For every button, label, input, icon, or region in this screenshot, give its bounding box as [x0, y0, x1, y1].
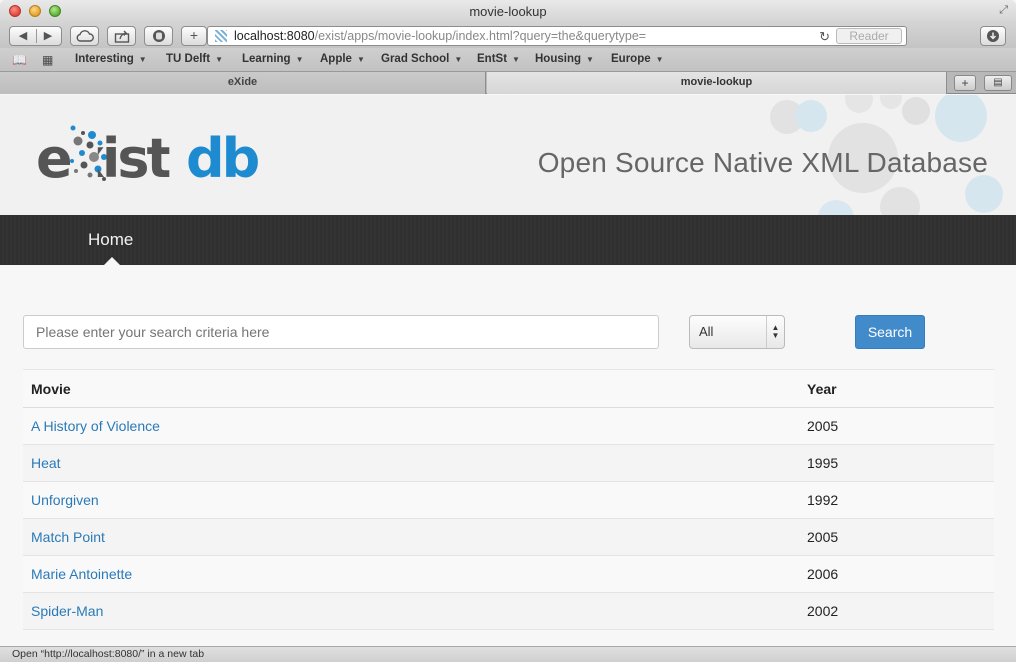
movie-link[interactable]: Spider-Man [31, 603, 103, 619]
ghostery-button[interactable] [144, 26, 173, 46]
reading-list-icon[interactable]: 📖 [12, 53, 27, 67]
reload-icon[interactable]: ↻ [819, 28, 830, 45]
window-title: movie-lookup [469, 4, 547, 19]
tab-overview-button[interactable]: ▤ [984, 75, 1012, 91]
main-navbar: Home [0, 215, 1016, 265]
tab-exide[interactable]: eXide [0, 72, 486, 94]
bookmark-learning[interactable]: Learning ▼ [242, 53, 303, 65]
tab-movie-lookup[interactable]: movie-lookup [487, 72, 947, 94]
search-button[interactable]: Search [855, 315, 925, 349]
site-header: e xist db Open Source Native XML Databas… [0, 95, 1016, 215]
tab-bar: eXide movie-lookup + ▤ [0, 72, 1016, 94]
browser-toolbar: ◀ ▶ + localhost:8080/exist/apps/movie-loo… [0, 24, 1016, 48]
icloud-tabs-button[interactable] [70, 26, 99, 46]
decorative-bubble [845, 95, 873, 113]
site-favicon-icon [215, 30, 227, 42]
movie-link[interactable]: A History of Violence [31, 418, 160, 434]
bookmarks-bar: 📖 ▦ Interesting ▼ TU Delft ▼ Learning ▼ App… [0, 48, 1016, 72]
movie-link[interactable]: Unforgiven [31, 492, 99, 508]
table-header-row: Movie Year [23, 369, 994, 408]
new-tab-toolbar-button[interactable]: + [181, 26, 207, 46]
column-header-movie: Movie [23, 369, 799, 408]
chevron-down-icon: ▼ [454, 55, 463, 64]
table-row: Heat 1995 [23, 444, 994, 482]
status-bar: Open “http://localhost:8080/” in a new t… [0, 646, 1016, 662]
bookmark-grad-school[interactable]: Grad School ▼ [381, 53, 462, 65]
url-host: localhost:8080 [234, 29, 315, 43]
download-icon [987, 30, 999, 42]
table-row: Spider-Man 2002 [23, 592, 994, 630]
decorative-bubble [880, 187, 920, 215]
select-arrows-icon: ▲ ▼ [766, 316, 784, 348]
movie-link[interactable]: Match Point [31, 529, 105, 545]
cloud-icon [76, 30, 94, 42]
bookmark-housing[interactable]: Housing ▼ [535, 53, 594, 65]
decorative-bubble [902, 97, 930, 125]
movie-year: 2005 [799, 407, 994, 445]
active-nav-caret-icon [104, 257, 120, 265]
site-tagline: Open Source Native XML Database [537, 147, 988, 178]
window-titlebar: movie-lookup ⤢ [0, 0, 1016, 24]
address-bar[interactable]: localhost:8080/exist/apps/movie-lookup/i… [207, 26, 907, 46]
search-input[interactable] [23, 315, 659, 349]
logo-text-e: e [36, 127, 73, 190]
bookmark-apple[interactable]: Apple ▼ [320, 53, 365, 65]
column-header-year: Year [799, 369, 994, 408]
query-type-select[interactable]: All ▲ ▼ [689, 315, 785, 349]
results-table: Movie Year A History of Violence 2005 He… [23, 369, 994, 630]
new-tab-button[interactable]: + [954, 75, 976, 91]
decorative-bubble [935, 95, 987, 142]
chevron-down-icon: ▼ [215, 55, 224, 64]
url-path: /exist/apps/movie-lookup/index.html?quer… [314, 29, 647, 43]
movie-year: 2005 [799, 518, 994, 556]
forward-icon[interactable]: ▶ [36, 27, 61, 45]
decorative-bubble [795, 100, 827, 132]
chevron-down-icon: ▼ [295, 55, 304, 64]
movie-year: 1992 [799, 481, 994, 519]
decorative-bubble [965, 175, 1003, 213]
web-page: e xist db Open Source Native XML Databas… [0, 95, 1016, 646]
table-row: Match Point 2005 [23, 518, 994, 556]
chevron-down-icon: ▼ [356, 55, 365, 64]
back-forward-buttons: ◀ ▶ [9, 26, 62, 46]
table-row: A History of Violence 2005 [23, 407, 994, 445]
chevron-down-icon: ▼ [138, 55, 147, 64]
bookmark-entst[interactable]: EntSt ▼ [477, 53, 520, 65]
share-icon [114, 30, 129, 43]
decorative-bubble [818, 200, 854, 215]
bookmark-interesting[interactable]: Interesting ▼ [75, 53, 147, 65]
bookmark-europe[interactable]: Europe ▼ [611, 53, 664, 65]
chevron-down-icon: ▼ [512, 55, 520, 64]
nav-item-home[interactable]: Home [88, 230, 133, 250]
logo-text-db: db [186, 127, 260, 190]
query-type-selected: All [699, 324, 714, 339]
movie-link[interactable]: Marie Antoinette [31, 566, 132, 582]
chevron-down-icon: ▼ [655, 55, 664, 64]
fullscreen-icon[interactable]: ⤢ [999, 4, 1008, 17]
share-button[interactable] [107, 26, 136, 46]
movie-year: 2002 [799, 592, 994, 630]
exist-db-logo[interactable]: e xist db [36, 123, 266, 193]
movie-year: 1995 [799, 444, 994, 482]
table-row: Unforgiven 1992 [23, 481, 994, 519]
decorative-bubble [880, 95, 902, 109]
top-sites-grid-icon[interactable]: ▦ [42, 53, 53, 67]
chevron-down-icon: ▼ [586, 55, 594, 64]
downloads-button[interactable] [980, 26, 1006, 46]
table-row: Marie Antoinette 2006 [23, 555, 994, 593]
reader-button[interactable]: Reader [836, 28, 902, 44]
bookmark-tu-delft[interactable]: TU Delft ▼ [166, 53, 223, 65]
movie-year: 2006 [799, 555, 994, 593]
hand-icon [152, 30, 165, 42]
movie-link[interactable]: Heat [31, 455, 61, 471]
back-icon[interactable]: ◀ [11, 27, 36, 45]
